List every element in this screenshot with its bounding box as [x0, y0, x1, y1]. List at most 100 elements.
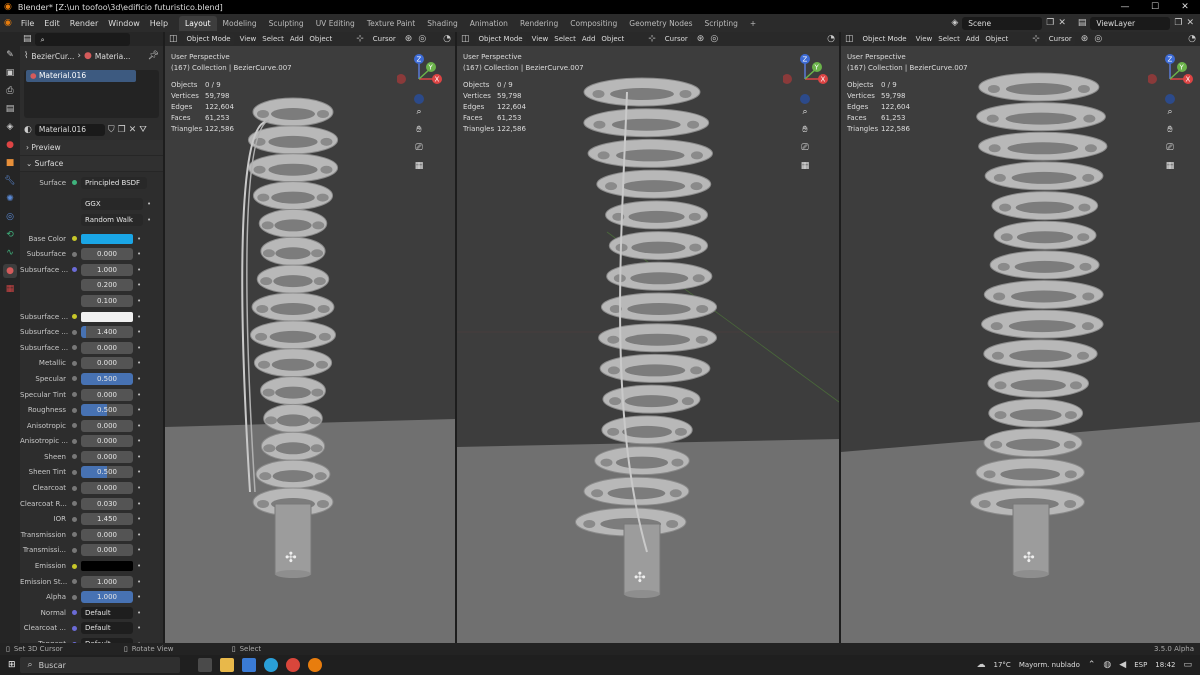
- windows-start-icon[interactable]: ⊞: [8, 660, 16, 670]
- keyframe-dot-icon[interactable]: •: [137, 531, 141, 539]
- keyframe-dot-icon[interactable]: •: [137, 578, 141, 586]
- tool-tab-icon[interactable]: ✎: [3, 48, 17, 62]
- grid-icon[interactable]: ▦: [1163, 159, 1177, 173]
- grid-icon[interactable]: ▦: [412, 159, 426, 173]
- data-tab-icon[interactable]: ∿: [3, 246, 17, 260]
- distribution-dropdown[interactable]: GGX: [81, 198, 143, 211]
- zoom-icon[interactable]: ⌕: [798, 105, 812, 119]
- constraints-tab-icon[interactable]: ⟲: [3, 228, 17, 242]
- number-field[interactable]: 0.000: [81, 435, 133, 448]
- color-swatch[interactable]: [81, 233, 133, 244]
- keyframe-dot-icon[interactable]: •: [137, 453, 141, 461]
- overlay-icon[interactable]: ◔: [1188, 34, 1196, 44]
- pan-hand-icon[interactable]: ✋︎: [412, 123, 426, 137]
- tab-scripting[interactable]: Scripting: [699, 16, 744, 31]
- vector-field[interactable]: Default: [81, 622, 133, 635]
- scene-field[interactable]: Scene: [962, 16, 1043, 30]
- number-field[interactable]: 0.000: [81, 450, 133, 463]
- snap-icon[interactable]: ⊛: [405, 34, 413, 44]
- number-field[interactable]: 0.000: [81, 482, 133, 495]
- keyframe-dot-icon[interactable]: •: [137, 344, 141, 352]
- viewport-left[interactable]: ✣ ◫ Object Mode View Select Add Object ⊹ Cursor ⊛…: [165, 32, 455, 643]
- number-field[interactable]: 1.450: [81, 513, 133, 526]
- number-field[interactable]: 0.200: [81, 279, 133, 292]
- maximize-button[interactable]: ☐: [1140, 2, 1170, 12]
- keyframe-dot-icon[interactable]: •: [147, 216, 151, 224]
- menu-render[interactable]: Render: [65, 19, 103, 28]
- edge-icon[interactable]: [263, 658, 278, 672]
- keyframe-dot-icon[interactable]: •: [137, 281, 141, 289]
- world-tab-icon[interactable]: ●: [3, 138, 17, 152]
- keyframe-dot-icon[interactable]: •: [137, 624, 141, 632]
- camera-icon[interactable]: ⎚: [798, 141, 812, 155]
- keyframe-dot-icon[interactable]: •: [137, 313, 141, 321]
- keyframe-dot-icon[interactable]: •: [147, 200, 151, 208]
- menu-view[interactable]: View: [532, 35, 549, 43]
- menu-object[interactable]: Object: [309, 35, 332, 43]
- keyframe-dot-icon[interactable]: •: [137, 546, 141, 554]
- tab-geometry-nodes[interactable]: Geometry Nodes: [623, 16, 698, 31]
- vector-field[interactable]: Default: [81, 606, 133, 619]
- zoom-icon[interactable]: ⌕: [1163, 105, 1177, 119]
- viewport-center[interactable]: ✣ ◫ Object Mode View Select Add Object ⊹ Cursor ⊛…: [457, 32, 839, 643]
- pan-hand-icon[interactable]: ✋︎: [798, 123, 812, 137]
- tab-modeling[interactable]: Modeling: [217, 16, 263, 31]
- snap-icon[interactable]: ⊛: [1081, 34, 1089, 44]
- delete-scene-icon[interactable]: ✕: [1058, 18, 1066, 28]
- menu-add[interactable]: Add: [290, 35, 304, 43]
- preview-panel-header[interactable]: › Preview: [20, 140, 163, 156]
- viewlayer-icon[interactable]: ▤: [1078, 18, 1087, 28]
- browse-material-icon[interactable]: ◐: [24, 125, 32, 135]
- close-button[interactable]: ✕: [1170, 2, 1200, 12]
- surface-panel-header[interactable]: ⌄ Surface: [20, 156, 163, 172]
- keyframe-dot-icon[interactable]: •: [137, 437, 141, 445]
- keyframe-dot-icon[interactable]: •: [137, 515, 141, 523]
- number-field[interactable]: 0.500: [81, 466, 133, 479]
- menu-select[interactable]: Select: [938, 35, 960, 43]
- material-tab-icon[interactable]: ●: [3, 264, 17, 278]
- overlay-icon[interactable]: ◔: [827, 34, 835, 44]
- tab-texture-paint[interactable]: Texture Paint: [361, 16, 421, 31]
- proportional-edit-icon[interactable]: ◎: [1094, 34, 1102, 44]
- viewport-right[interactable]: ✣ ◫ Object Mode View Select Add Object ⊹ Cursor ⊛…: [841, 32, 1200, 643]
- menu-add[interactable]: Add: [966, 35, 980, 43]
- menu-select[interactable]: Select: [554, 35, 576, 43]
- keyframe-dot-icon[interactable]: •: [137, 391, 141, 399]
- keyframe-dot-icon[interactable]: •: [137, 593, 141, 601]
- material-slots-list[interactable]: ● Material.016 + − ⌄: [24, 70, 159, 118]
- number-field[interactable]: 1.400: [81, 326, 133, 339]
- fake-user-icon[interactable]: ⛉: [108, 125, 115, 135]
- scene-tab-icon[interactable]: ◈: [3, 120, 17, 134]
- menu-add[interactable]: Add: [582, 35, 596, 43]
- object-mode-dropdown[interactable]: Object Mode: [859, 33, 910, 45]
- blender-taskbar-icon[interactable]: [307, 658, 322, 672]
- task-view-icon[interactable]: [197, 658, 212, 672]
- tab-sculpting[interactable]: Sculpting: [263, 16, 310, 31]
- keyframe-dot-icon[interactable]: •: [137, 250, 141, 258]
- scene-icon[interactable]: ◈: [951, 18, 958, 28]
- copy-viewlayer-icon[interactable]: ❐: [1174, 18, 1182, 28]
- particles-tab-icon[interactable]: ✺: [3, 192, 17, 206]
- object-tab-icon[interactable]: ■: [3, 156, 17, 170]
- editor-type-icon[interactable]: ◫: [845, 34, 854, 44]
- clock[interactable]: 18:42: [1155, 661, 1175, 669]
- material-name-field[interactable]: Material.016: [34, 124, 105, 136]
- pivot-dropdown[interactable]: Cursor: [661, 33, 691, 45]
- number-field[interactable]: 0.000: [81, 544, 133, 557]
- material-slot[interactable]: ● Material.016: [26, 70, 136, 82]
- camera-icon[interactable]: ⎚: [412, 141, 426, 155]
- number-field[interactable]: 0.000: [81, 528, 133, 541]
- menu-object[interactable]: Object: [601, 35, 624, 43]
- blender-menu-icon[interactable]: ◉: [4, 18, 12, 28]
- file-explorer-icon[interactable]: [219, 658, 234, 672]
- keyframe-dot-icon[interactable]: •: [137, 406, 141, 414]
- editor-type-icon[interactable]: ◫: [169, 34, 178, 44]
- keyframe-dot-icon[interactable]: •: [137, 359, 141, 367]
- physics-tab-icon[interactable]: ◎: [3, 210, 17, 224]
- viewlayer-field[interactable]: ViewLayer: [1090, 16, 1171, 30]
- menu-edit[interactable]: Edit: [39, 19, 65, 28]
- number-field[interactable]: 1.000: [81, 575, 133, 588]
- pan-hand-icon[interactable]: ✋︎: [1163, 123, 1177, 137]
- keyframe-dot-icon[interactable]: •: [137, 484, 141, 492]
- delete-viewlayer-icon[interactable]: ✕: [1186, 18, 1194, 28]
